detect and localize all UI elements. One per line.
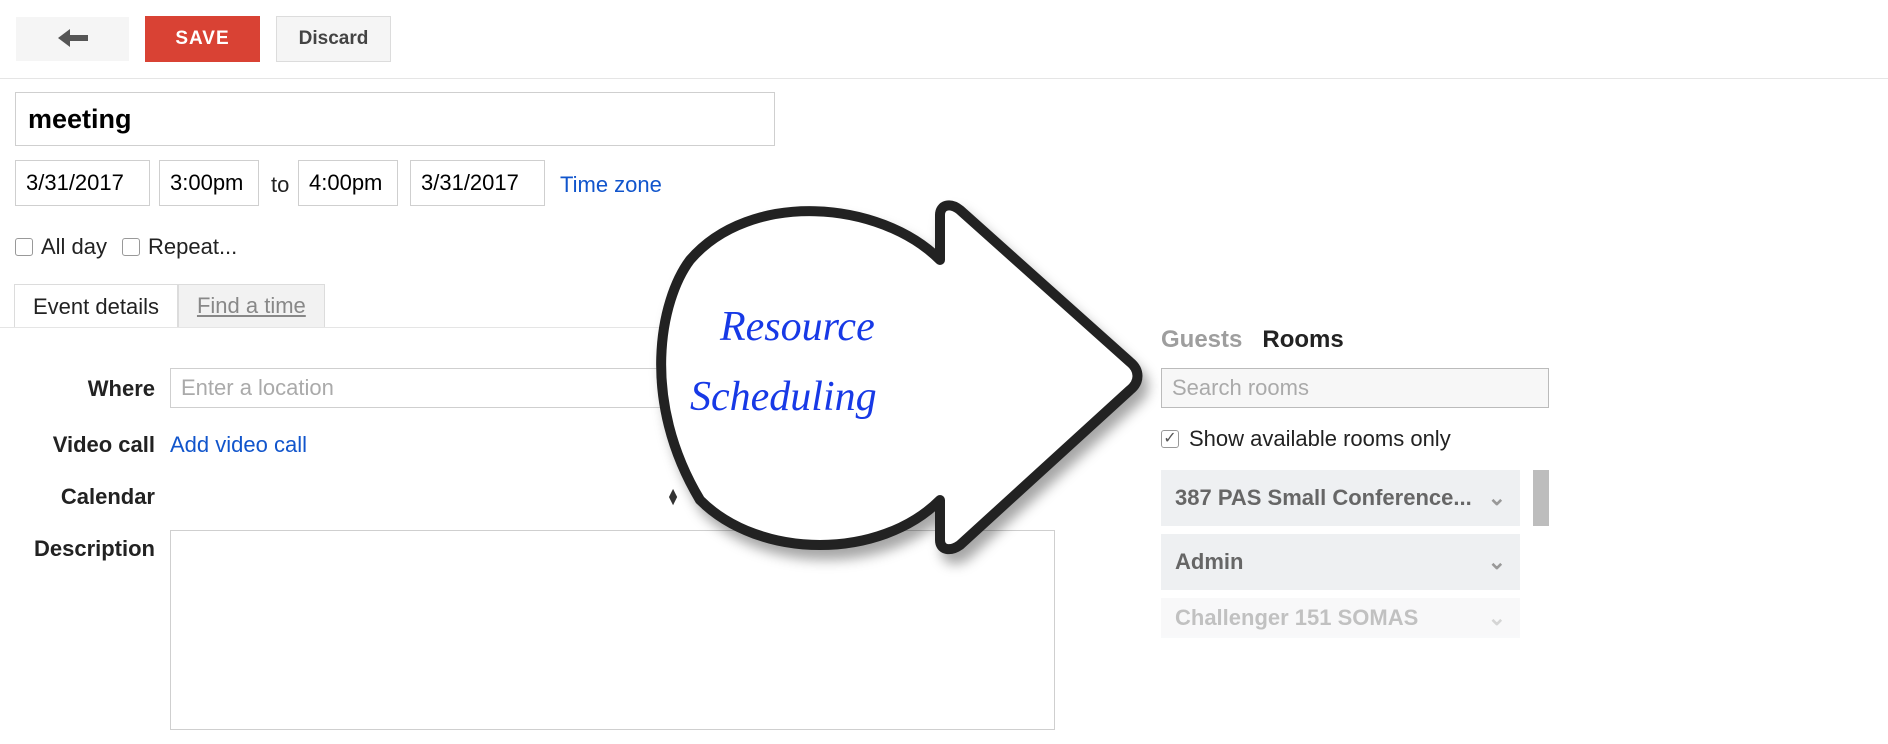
- repeat-checkbox[interactable]: [122, 238, 140, 256]
- rooms-scrollbar[interactable]: [1533, 470, 1549, 526]
- back-button[interactable]: [15, 16, 130, 62]
- back-arrow-icon: [56, 27, 90, 52]
- end-date-input[interactable]: [410, 160, 545, 206]
- discard-button[interactable]: Discard: [276, 16, 391, 62]
- annotation-arrow: Resource Scheduling: [630, 200, 1150, 560]
- where-label: Where: [0, 376, 155, 402]
- description-label: Description: [0, 536, 155, 562]
- to-label: to: [271, 172, 289, 198]
- all-day-checkbox[interactable]: [15, 238, 33, 256]
- video-call-label: Video call: [0, 432, 155, 458]
- start-date-input[interactable]: [15, 160, 150, 206]
- tab-guests[interactable]: Guests: [1161, 326, 1242, 354]
- tab-find-a-time[interactable]: Find a time: [178, 284, 325, 328]
- add-video-call-link[interactable]: Add video call: [170, 432, 307, 458]
- show-available-label: Show available rooms only: [1189, 426, 1451, 452]
- room-row[interactable]: 387 PAS Small Conference... ⌄: [1161, 470, 1520, 526]
- room-name: Admin: [1175, 549, 1243, 575]
- search-rooms-input[interactable]: [1161, 368, 1549, 408]
- chevron-down-icon: ⌄: [1488, 605, 1506, 631]
- where-input[interactable]: [170, 368, 690, 408]
- timezone-link[interactable]: Time zone: [560, 172, 662, 198]
- tab-event-details[interactable]: Event details: [14, 284, 178, 328]
- event-title-input[interactable]: [15, 92, 775, 146]
- toolbar-divider: [0, 78, 1888, 79]
- tab-rooms[interactable]: Rooms: [1262, 326, 1343, 354]
- chevron-down-icon: ⌄: [1488, 485, 1506, 511]
- room-row[interactable]: Challenger 151 SOMAS ⌄: [1161, 598, 1520, 638]
- all-day-label: All day: [41, 234, 107, 260]
- calendar-label: Calendar: [0, 484, 155, 510]
- room-name: 387 PAS Small Conference...: [1175, 485, 1472, 511]
- select-arrows-icon: ▲▼: [666, 488, 680, 504]
- chevron-down-icon: ⌄: [1488, 549, 1506, 575]
- save-button[interactable]: SAVE: [145, 16, 260, 62]
- room-name: Challenger 151 SOMAS: [1175, 605, 1418, 631]
- tab-underline: [0, 327, 1060, 328]
- description-textarea[interactable]: [170, 530, 1055, 730]
- annotation-text-2: Scheduling: [690, 374, 877, 420]
- room-row[interactable]: Admin ⌄: [1161, 534, 1520, 590]
- show-available-checkbox[interactable]: [1161, 430, 1179, 448]
- end-time-input[interactable]: [298, 160, 398, 206]
- start-time-input[interactable]: [159, 160, 259, 206]
- repeat-label: Repeat...: [148, 234, 237, 260]
